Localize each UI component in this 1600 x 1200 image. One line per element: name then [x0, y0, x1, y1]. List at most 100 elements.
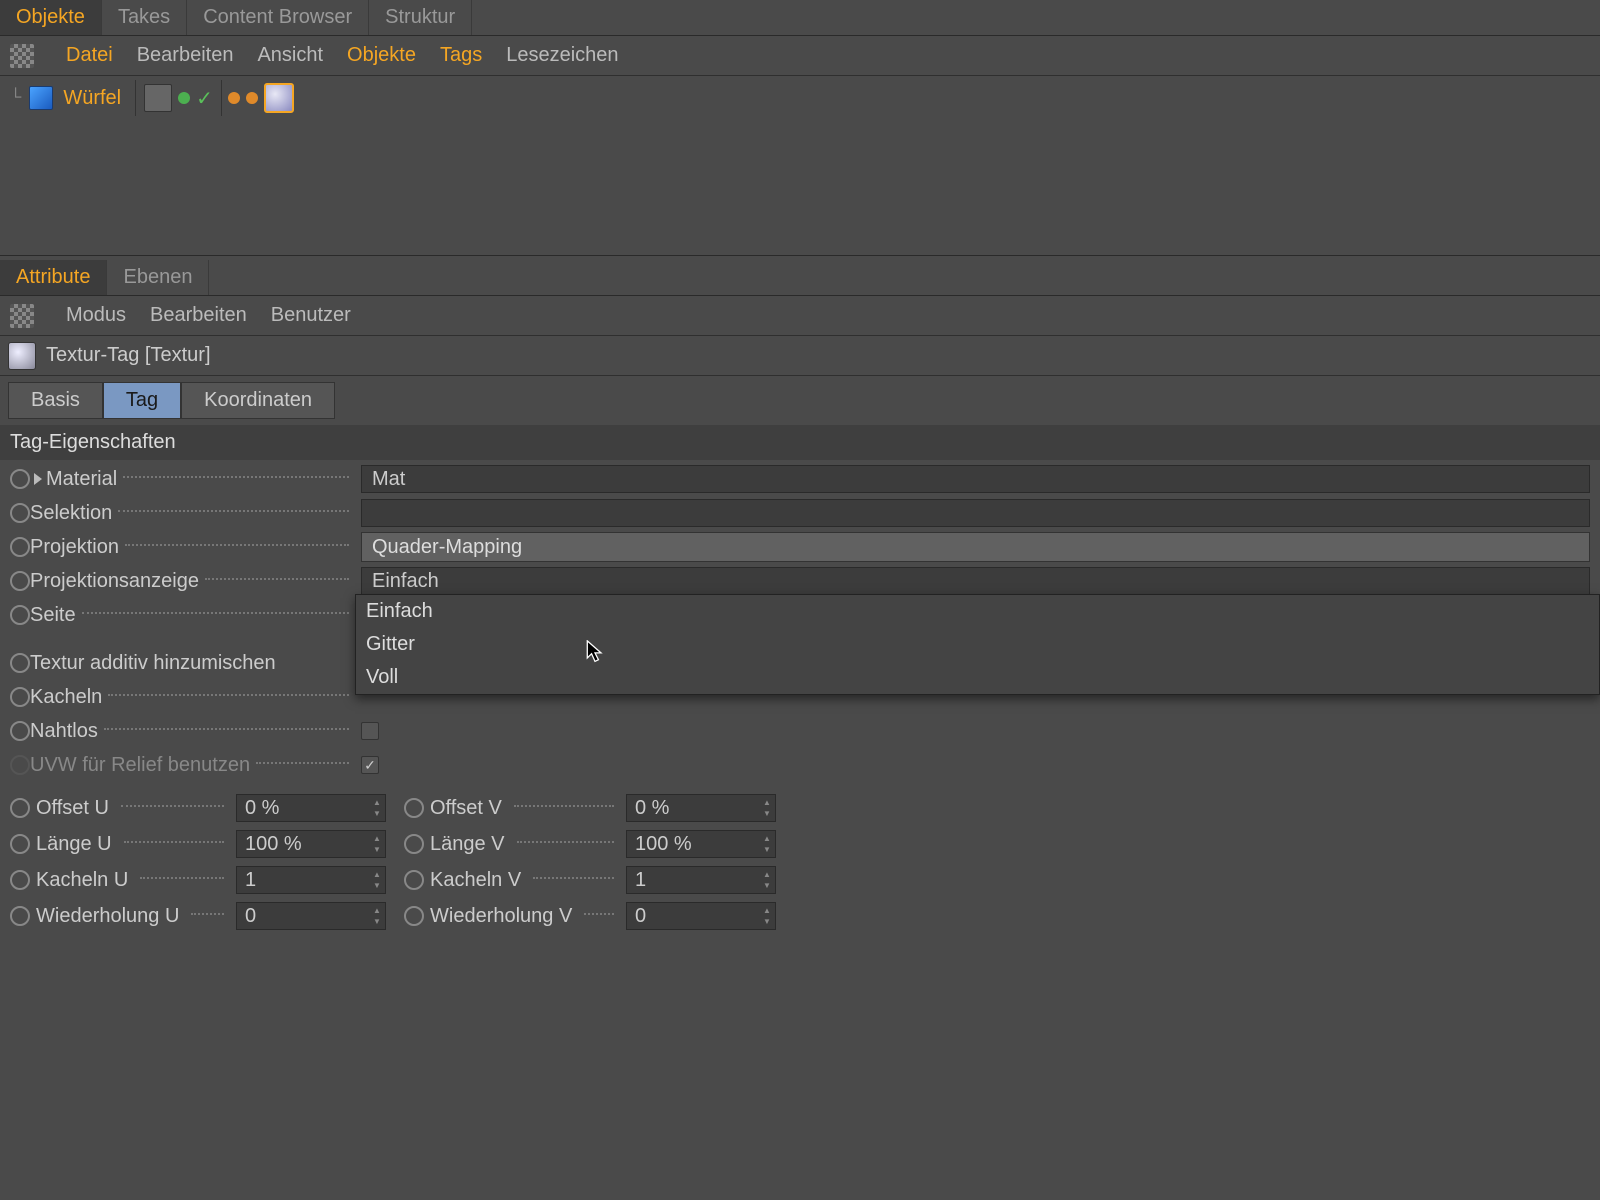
expand-arrow-icon[interactable]: [34, 473, 42, 485]
tree-connector-icon: └: [10, 89, 21, 107]
render-visibility-dot[interactable]: [228, 92, 240, 104]
row-offset: Offset U 0 %▲▼ Offset V 0 %▲▼: [0, 790, 1600, 826]
numeric-properties: Offset U 0 %▲▼ Offset V 0 %▲▼ Länge U 10…: [0, 784, 1600, 940]
anim-dot[interactable]: [10, 605, 30, 625]
checkmark-icon: ✓: [196, 86, 213, 111]
menu-modus[interactable]: Modus: [66, 304, 126, 327]
anim-dot[interactable]: [10, 503, 30, 523]
laenge-u-field[interactable]: 100 %▲▼: [236, 830, 386, 858]
menu-tags[interactable]: Tags: [440, 44, 482, 67]
attribute-tab-bar: Attribute Ebenen: [0, 260, 1600, 296]
menu-bearbeiten-attr[interactable]: Bearbeiten: [150, 304, 247, 327]
offset-u-field[interactable]: 0 %▲▼: [236, 794, 386, 822]
menu-option-gitter[interactable]: Gitter: [356, 628, 1599, 661]
anim-dot[interactable]: [404, 870, 424, 890]
tab-ebenen[interactable]: Ebenen: [107, 260, 209, 295]
cube-primitive-icon: [29, 86, 53, 110]
wieder-u-field[interactable]: 0▲▼: [236, 902, 386, 930]
prop-uvw: UVW für Relief benutzen: [0, 748, 1600, 782]
editor-visibility-dot[interactable]: [178, 92, 190, 104]
spinner-icon[interactable]: ▲▼: [761, 797, 773, 819]
spinner-icon[interactable]: ▲▼: [371, 905, 383, 927]
tab-takes[interactable]: Takes: [102, 0, 187, 35]
material-field[interactable]: Mat: [361, 465, 1590, 493]
layer-color-icon[interactable]: [144, 84, 172, 112]
row-wiederholung: Wiederholung U 0▲▼ Wiederholung V 0▲▼: [0, 898, 1600, 934]
kacheln-u-field[interactable]: 1▲▼: [236, 866, 386, 894]
menu-objekte[interactable]: Objekte: [347, 44, 416, 67]
spinner-icon[interactable]: ▲▼: [371, 869, 383, 891]
menu-benutzer[interactable]: Benutzer: [271, 304, 351, 327]
render-visibility-dot-2[interactable]: [246, 92, 258, 104]
anim-dot[interactable]: [10, 834, 30, 854]
prop-label: Nahtlos: [30, 720, 98, 743]
anim-dot[interactable]: [10, 653, 30, 673]
anim-dot[interactable]: [404, 798, 424, 818]
offset-v-field[interactable]: 0 %▲▼: [626, 794, 776, 822]
prop-label: Kacheln: [30, 686, 102, 709]
subtab-basis[interactable]: Basis: [8, 382, 103, 419]
menu-ansicht[interactable]: Ansicht: [257, 44, 323, 67]
prop-label: Textur additiv hinzumischen: [30, 652, 276, 675]
spinner-icon[interactable]: ▲▼: [371, 833, 383, 855]
dots: [125, 544, 349, 546]
anim-dot[interactable]: [10, 906, 30, 926]
tab-attribute[interactable]: Attribute: [0, 260, 107, 295]
attribute-menu-bar: Modus Bearbeiten Benutzer: [0, 296, 1600, 336]
dots: [121, 805, 224, 807]
row-kacheln: Kacheln U 1▲▼ Kacheln V 1▲▼: [0, 862, 1600, 898]
prop-material: Material Mat: [0, 462, 1600, 496]
menu-datei[interactable]: Datei: [66, 44, 113, 67]
num-label: Länge U: [36, 833, 112, 856]
selektion-field[interactable]: [361, 499, 1590, 527]
anim-dot[interactable]: [10, 870, 30, 890]
anim-dot[interactable]: [10, 721, 30, 741]
anim-dot[interactable]: [10, 469, 30, 489]
subtab-koordinaten[interactable]: Koordinaten: [181, 382, 335, 419]
anim-dot[interactable]: [404, 906, 424, 926]
kacheln-v-field[interactable]: 1▲▼: [626, 866, 776, 894]
anim-dot[interactable]: [10, 537, 30, 557]
prop-projektionsanzeige: Projektionsanzeige Einfach Einfach Gitte…: [0, 564, 1600, 598]
anim-dot[interactable]: [10, 687, 30, 707]
prop-label: Projektion: [30, 536, 119, 559]
object-name[interactable]: Würfel: [63, 87, 121, 110]
menu-bearbeiten[interactable]: Bearbeiten: [137, 44, 234, 67]
attribute-sub-tabs: Basis Tag Koordinaten: [0, 376, 1600, 425]
wieder-v-field[interactable]: 0▲▼: [626, 902, 776, 930]
laenge-v-field[interactable]: 100 %▲▼: [626, 830, 776, 858]
menu-lesezeichen[interactable]: Lesezeichen: [506, 44, 618, 67]
projektionsanzeige-dropdown[interactable]: Einfach: [361, 567, 1590, 595]
tab-objekte[interactable]: Objekte: [0, 0, 102, 35]
dots: [517, 841, 614, 843]
uvw-checkbox[interactable]: [361, 756, 379, 774]
texture-tag-icon[interactable]: [264, 83, 294, 113]
dots: [82, 612, 349, 614]
menu-option-einfach[interactable]: Einfach: [356, 595, 1599, 628]
view-icon[interactable]: [10, 44, 34, 68]
top-tab-bar: Objekte Takes Content Browser Struktur: [0, 0, 1600, 36]
dots: [514, 805, 614, 807]
num-label: Länge V: [430, 833, 505, 856]
object-row[interactable]: └ Würfel ✓: [10, 80, 1590, 116]
properties-list: Material Mat Selektion Projektion Quader…: [0, 460, 1600, 784]
menu-option-voll[interactable]: Voll: [356, 661, 1599, 694]
anim-dot[interactable]: [404, 834, 424, 854]
spinner-icon[interactable]: ▲▼: [761, 905, 773, 927]
view-icon[interactable]: [10, 304, 34, 328]
nahtlos-checkbox[interactable]: [361, 722, 379, 740]
dots: [123, 476, 349, 478]
dots: [191, 913, 224, 915]
projektion-dropdown[interactable]: Quader-Mapping: [361, 532, 1590, 562]
prop-label: Projektionsanzeige: [30, 570, 199, 593]
anim-dot[interactable]: [10, 571, 30, 591]
attribute-title-row: Textur-Tag [Textur]: [0, 336, 1600, 376]
tab-content-browser[interactable]: Content Browser: [187, 0, 369, 35]
spinner-icon[interactable]: ▲▼: [371, 797, 383, 819]
spinner-icon[interactable]: ▲▼: [761, 869, 773, 891]
spinner-icon[interactable]: ▲▼: [761, 833, 773, 855]
subtab-tag[interactable]: Tag: [103, 382, 181, 419]
anim-dot[interactable]: [10, 798, 30, 818]
tab-struktur[interactable]: Struktur: [369, 0, 472, 35]
prop-projektion: Projektion Quader-Mapping: [0, 530, 1600, 564]
